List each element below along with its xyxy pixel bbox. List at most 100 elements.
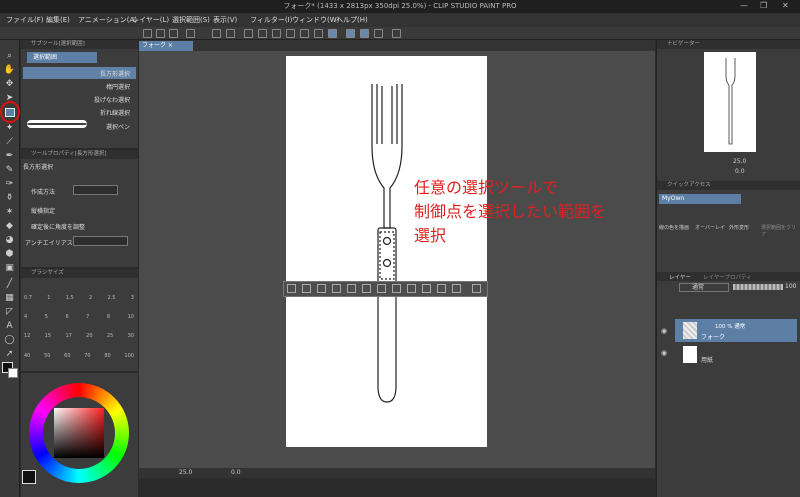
size-value[interactable]: 40 [24, 353, 30, 359]
zoom-value[interactable]: 25.0 [179, 469, 192, 476]
quick-access-set[interactable]: MyOwn [659, 194, 741, 204]
menu-window[interactable]: ウィンドウ(W) [292, 15, 339, 25]
ruler-icon[interactable]: ◸ [3, 306, 16, 318]
launcher-settings-icon[interactable] [472, 284, 481, 293]
figure-icon[interactable]: ╱ [3, 278, 16, 290]
select-all-icon[interactable] [314, 29, 323, 38]
size-value[interactable]: 6 [65, 314, 68, 320]
opacity-value[interactable]: 100 [785, 283, 796, 290]
launcher-icon[interactable] [392, 284, 401, 293]
antialias-selector[interactable] [73, 236, 128, 246]
decoration-icon[interactable]: ✶ [3, 206, 16, 218]
redo-icon[interactable] [226, 29, 235, 38]
pen-icon[interactable]: ✒ [3, 150, 16, 162]
size-value[interactable]: 20 [86, 333, 92, 339]
quick-item-1[interactable]: オーバーレイ [695, 224, 725, 231]
text-icon[interactable]: A [3, 320, 16, 332]
menu-help[interactable]: ヘルプ(H) [336, 15, 368, 25]
tab-layer[interactable]: レイヤー [669, 273, 691, 281]
launcher-icon[interactable] [422, 284, 431, 293]
eye-icon[interactable]: ◉ [661, 327, 667, 335]
main-color-chip[interactable] [22, 470, 36, 484]
creation-method-buttons[interactable] [73, 185, 118, 195]
layer-row-paper[interactable]: 用紙 [675, 343, 797, 365]
subtool-item-ellipse[interactable]: 楕円選択 [106, 82, 130, 91]
size-value[interactable]: 7 [86, 314, 89, 320]
fill-icon[interactable] [258, 29, 267, 38]
size-value[interactable]: 25 [107, 333, 113, 339]
frame-icon[interactable]: ▦ [3, 292, 16, 304]
hand-icon[interactable]: ✋ [3, 64, 16, 76]
invert-selection-icon[interactable] [300, 29, 309, 38]
saturation-square[interactable] [54, 408, 104, 458]
save-icon[interactable] [169, 29, 178, 38]
document-tab[interactable]: フォーク × [139, 41, 193, 51]
subtool-item-rect[interactable]: 長方形選択 [100, 69, 130, 78]
menu-file[interactable]: ファイル(F) [6, 15, 44, 25]
minimize-button[interactable]: — [740, 1, 748, 10]
settings-icon[interactable] [186, 29, 195, 38]
quick-item-0[interactable]: 線の色を描画 [659, 224, 689, 231]
size-value[interactable]: 70 [84, 353, 90, 359]
launcher-icon[interactable] [332, 284, 341, 293]
size-value[interactable]: 1 [47, 295, 50, 301]
size-value[interactable]: 80 [104, 353, 110, 359]
launcher-icon[interactable] [317, 284, 326, 293]
eyedropper-icon[interactable]: ⟋ [3, 136, 16, 148]
maximize-button[interactable]: ❐ [760, 1, 767, 10]
size-value[interactable]: 2.5 [108, 295, 116, 301]
transform-icon[interactable] [272, 29, 281, 38]
menu-view[interactable]: 表示(V) [213, 15, 237, 25]
menu-layer[interactable]: レイヤー(L) [132, 15, 169, 25]
layer-row-fork[interactable]: 100 % 通常 フォーク [675, 319, 797, 342]
size-value[interactable]: 8 [107, 314, 110, 320]
opacity-slider[interactable] [733, 284, 783, 290]
size-value[interactable]: 100 [124, 353, 134, 359]
balloon-icon[interactable]: ◯ [3, 334, 16, 346]
tab-layer-property[interactable]: レイヤープロパティ [703, 273, 752, 281]
fill-tool-icon[interactable]: ⬢ [3, 248, 16, 260]
size-value[interactable]: 17 [65, 333, 71, 339]
navigator-angle[interactable]: 0.0 [735, 168, 745, 175]
launcher-icon[interactable] [362, 284, 371, 293]
zoom-icon[interactable]: ⌕ [3, 50, 16, 62]
size-value[interactable]: 2 [89, 295, 92, 301]
size-value[interactable]: 15 [45, 333, 51, 339]
quick-item-2[interactable]: 外形変形 [729, 224, 749, 231]
size-value[interactable]: 12 [24, 333, 30, 339]
move-icon[interactable]: ✥ [3, 78, 16, 90]
sub-color-swatch[interactable] [8, 368, 18, 378]
launcher-icon[interactable] [407, 284, 416, 293]
launcher-icon[interactable] [437, 284, 446, 293]
navigator-zoom[interactable]: 25.0 [733, 158, 746, 165]
quick-item-3[interactable]: 選択範囲をクリア [761, 224, 800, 238]
brush-icon[interactable]: ✑ [3, 178, 16, 190]
aspect-label[interactable]: 縦横指定 [31, 206, 55, 215]
launcher-icon[interactable] [452, 284, 461, 293]
blend-mode-select[interactable]: 通常 [679, 283, 729, 292]
menu-selection[interactable]: 選択範囲(S) [172, 15, 210, 25]
size-value[interactable]: 1.5 [66, 295, 74, 301]
airbrush-icon[interactable]: ⚱ [3, 192, 16, 204]
snap-ruler-icon[interactable] [346, 29, 355, 38]
show-selection-icon[interactable] [328, 29, 337, 38]
menu-animation[interactable]: アニメーション(A) [78, 15, 137, 25]
size-value[interactable]: 4 [24, 314, 27, 320]
deselect-icon[interactable] [286, 29, 295, 38]
subtool-group-tab[interactable]: 選択範囲 [27, 52, 97, 63]
launcher-icon[interactable] [377, 284, 386, 293]
size-value[interactable]: 10 [128, 314, 134, 320]
auto-select-icon[interactable]: ✦ [3, 122, 16, 134]
close-button[interactable]: ✕ [782, 1, 789, 10]
size-value[interactable]: 30 [128, 333, 134, 339]
snap-grid-icon[interactable] [374, 29, 383, 38]
angle-value[interactable]: 0.0 [231, 469, 241, 476]
launcher-icon[interactable] [287, 284, 296, 293]
pencil-icon[interactable]: ✎ [3, 164, 16, 176]
launcher-icon[interactable] [302, 284, 311, 293]
subtool-item-pen[interactable]: 選択ペン [106, 122, 130, 131]
size-value[interactable]: 3 [131, 295, 134, 301]
correct-line-icon[interactable]: ➚ [3, 348, 16, 360]
blend-icon[interactable]: ◕ [3, 234, 16, 246]
clear-icon[interactable] [244, 29, 253, 38]
